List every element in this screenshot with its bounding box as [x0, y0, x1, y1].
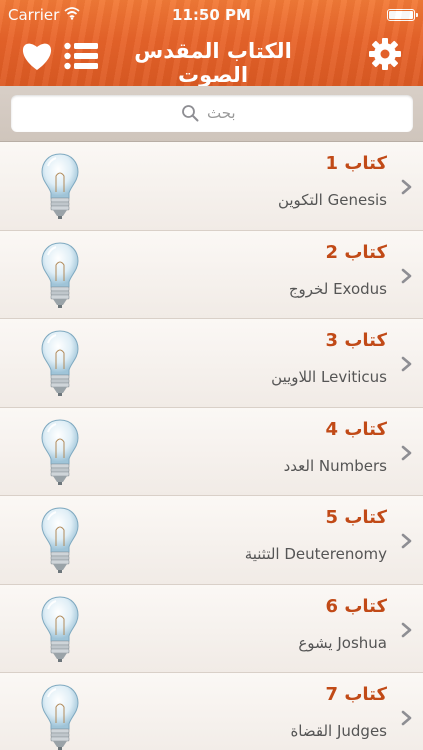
chevron-right-icon	[401, 710, 413, 726]
lightbulb-icon	[40, 241, 80, 309]
chevron-right-icon	[401, 533, 413, 549]
clock: 11:50 PM	[172, 6, 251, 24]
list-item[interactable]: كتاب 4 العدد Numbers	[0, 407, 423, 496]
list-item[interactable]: كتاب 5 التثنية Deuterenomy	[0, 496, 423, 585]
book-subtitle: اللاويين Leviticus	[271, 368, 387, 386]
chevron-right-icon	[401, 356, 413, 372]
book-title: كتاب 1	[325, 153, 387, 174]
book-subtitle: التكوين Genesis	[277, 191, 387, 209]
book-title: كتاب 6	[325, 595, 387, 617]
gear-icon[interactable]	[369, 38, 401, 70]
list-item[interactable]: كتاب 6 يشوع Joshua	[0, 584, 423, 673]
chevron-right-icon	[401, 622, 413, 638]
lightbulb-icon	[40, 152, 80, 220]
lightbulb-icon	[40, 683, 80, 750]
chevron-right-icon	[401, 268, 413, 284]
list-item[interactable]: كتاب 1 التكوين Genesis	[0, 142, 423, 231]
book-title: كتاب 4	[325, 418, 387, 440]
chevron-right-icon	[401, 445, 413, 461]
book-title: كتاب 3	[325, 330, 387, 351]
heart-icon[interactable]	[20, 40, 54, 72]
book-subtitle: العدد Numbers	[283, 456, 387, 475]
lightbulb-icon	[40, 506, 80, 574]
list-item[interactable]: كتاب 7 القضاة Judges	[0, 673, 423, 750]
list-icon[interactable]	[64, 42, 98, 70]
list-item[interactable]: كتاب 2 لخروج Exodus	[0, 230, 423, 319]
search-icon	[182, 105, 199, 122]
search-input[interactable]: بحث	[11, 95, 413, 132]
book-title: كتاب 7	[325, 684, 387, 705]
book-list: كتاب 1 التكوين Genesis كتاب 2 لخروج Exod…	[0, 142, 423, 750]
book-subtitle: يشوع Joshua	[298, 633, 387, 652]
search-bar-container: بحث	[0, 86, 423, 142]
book-subtitle: التثنية Deuterenomy	[244, 545, 387, 563]
book-title: كتاب 5	[325, 507, 387, 528]
book-subtitle: القضاة Judges	[290, 722, 387, 740]
battery-icon	[387, 9, 418, 21]
list-item[interactable]: كتاب 3 اللاويين Leviticus	[0, 319, 423, 408]
book-subtitle: لخروج Exodus	[288, 279, 387, 298]
chevron-right-icon	[401, 179, 413, 195]
lightbulb-icon	[40, 329, 80, 397]
lightbulb-icon	[40, 595, 80, 663]
nav-bar: الكتاب المقدس الصوت	[0, 28, 423, 86]
book-title: كتاب 2	[325, 241, 387, 263]
status-bar: Carrier 11:50 PM	[0, 0, 423, 28]
search-placeholder: بحث	[207, 104, 236, 122]
top-bar: Carrier 11:50 PM الكتاب المقدس الصوت	[0, 0, 423, 86]
page-title: الكتاب المقدس الصوت	[134, 39, 292, 86]
lightbulb-icon	[40, 418, 80, 486]
